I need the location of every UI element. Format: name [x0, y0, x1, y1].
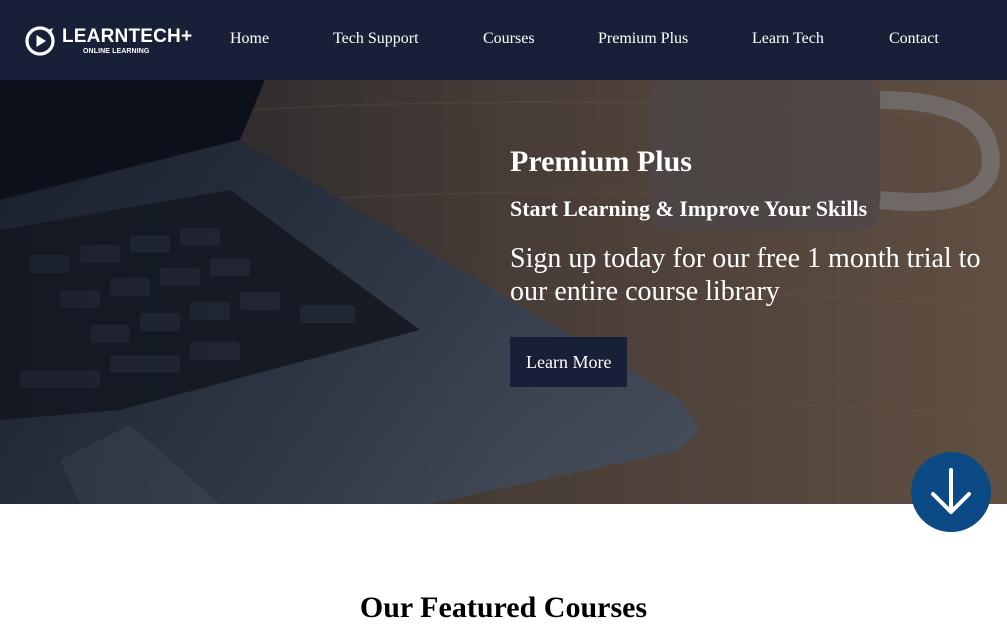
- scroll-down-button[interactable]: [911, 452, 991, 532]
- nav-item-home[interactable]: Home: [230, 30, 269, 48]
- nav-item-contact[interactable]: Contact: [889, 30, 939, 48]
- hero-content: Premium Plus Start Learning & Improve Yo…: [510, 142, 1005, 387]
- nav-item-courses[interactable]: Courses: [483, 30, 535, 48]
- hero-title: Premium Plus: [510, 145, 692, 178]
- nav-item-tech-support[interactable]: Tech Support: [333, 30, 419, 48]
- featured-courses-heading: Our Featured Courses: [359, 591, 648, 624]
- hero-description: Sign up today for our free 1 month trial…: [510, 243, 981, 307]
- learn-more-button[interactable]: Learn More: [510, 337, 628, 387]
- main-nav: Home Tech Support Courses Premium Plus L…: [0, 0, 1007, 80]
- hero-subtitle: Start Learning & Improve Your Skills: [510, 196, 868, 221]
- arrow-down-icon: [931, 468, 971, 514]
- top-navbar: LEARNTECH+ ONLINE LEARNING Home Tech Sup…: [0, 0, 1007, 80]
- nav-item-premium-plus[interactable]: Premium Plus: [598, 30, 688, 48]
- nav-item-learn-tech[interactable]: Learn Tech: [752, 30, 824, 48]
- hero-banner: Premium Plus Start Learning & Improve Yo…: [0, 80, 1007, 504]
